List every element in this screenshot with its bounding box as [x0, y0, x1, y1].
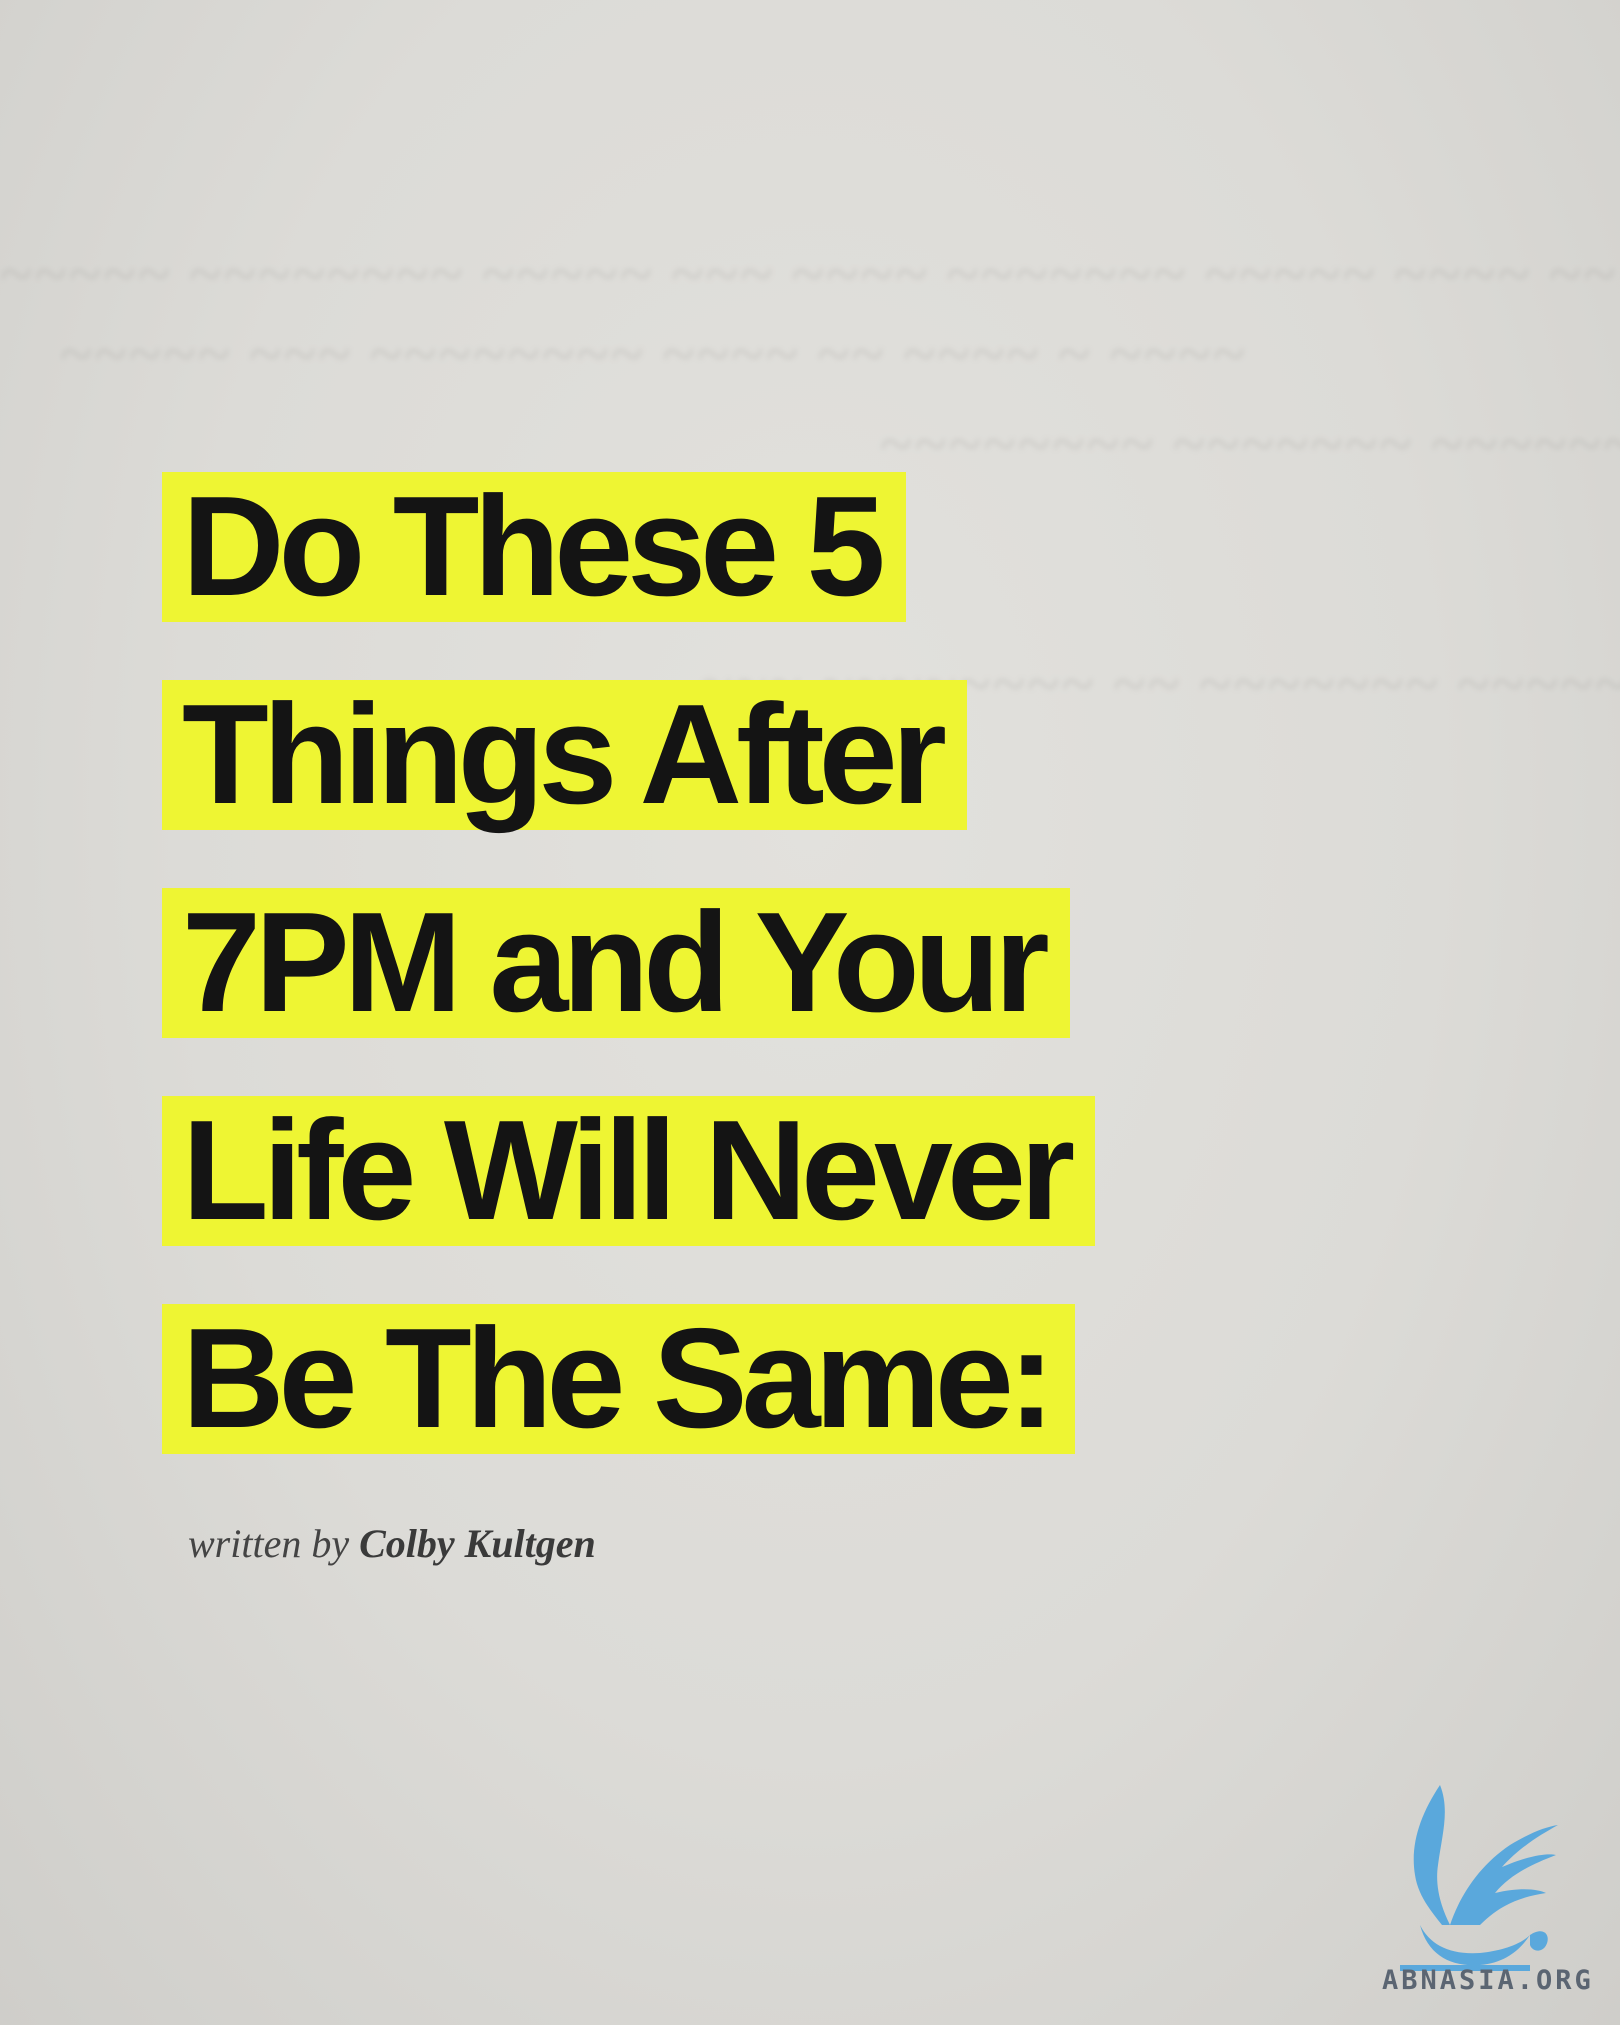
watermark-text: ABNASIA.ORG — [1382, 1965, 1594, 1996]
headline-line: Be The Same: — [162, 1304, 1095, 1512]
background-texture: ~~~~~ ~~~ ~~~~~~~~ ~~~~ ~~ ~~~~ ~ ~~~~ — [60, 321, 1248, 387]
headline-line-text: 7PM and Your — [162, 888, 1070, 1038]
headline: Do These 5 Things After 7PM and Your Lif… — [162, 472, 1096, 1512]
background-texture: ~~~~~ ~~~~~~~~ ~~~~~ ~~~ ~~~~ ~~~~~~~ ~~… — [0, 241, 1620, 307]
headline-line: Things After — [162, 680, 1095, 888]
headline-line-text: Life Will Never — [162, 1096, 1096, 1246]
headline-line: Do These 5 — [162, 472, 1095, 680]
byline-prefix: written by — [188, 1521, 350, 1566]
headline-line: Life Will Never — [162, 1096, 1096, 1304]
headline-line-text: Be The Same: — [162, 1304, 1076, 1454]
background-texture: ~~~~~~~~ ~~~~~~~ ~~~~~~~ — [880, 411, 1620, 477]
headline-line-text: Things After — [162, 680, 967, 830]
headline-line-text: Do These 5 — [162, 472, 906, 622]
griffin-logo-icon — [1400, 1785, 1558, 1971]
headline-line: 7PM and Your — [162, 888, 1095, 1096]
byline: written by Colby Kultgen — [188, 1520, 596, 1567]
byline-author: Colby Kultgen — [359, 1521, 596, 1566]
